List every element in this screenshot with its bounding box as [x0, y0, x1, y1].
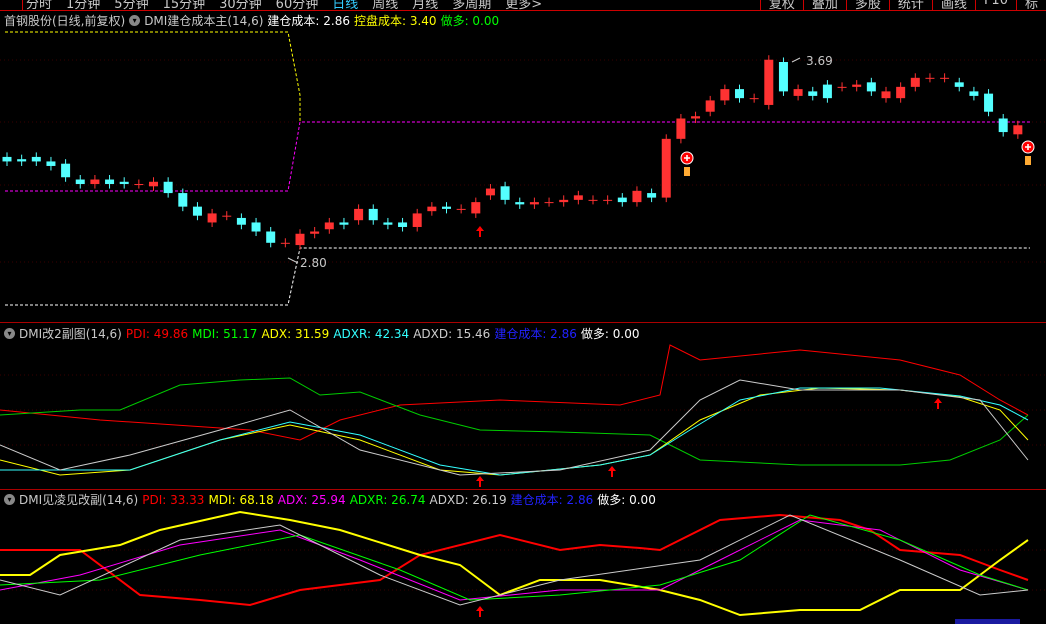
candle-body [149, 181, 158, 187]
candle-body [339, 222, 349, 225]
adxd-line [0, 379, 1029, 476]
up-arrow-icon [934, 398, 942, 409]
mdi-line [0, 510, 1029, 617]
candle-body [280, 242, 290, 244]
up-arrow-icon [608, 466, 616, 477]
candle-body [647, 193, 657, 198]
candle-body [31, 156, 41, 162]
candle-body [910, 77, 920, 87]
up-arrow-icon [476, 606, 484, 617]
candle-body [295, 233, 305, 246]
candle-body [324, 222, 334, 230]
candle-body [2, 156, 12, 162]
candle-body [573, 195, 583, 200]
candle-body [529, 202, 539, 205]
candle-body [354, 208, 364, 221]
candle-body [778, 62, 788, 92]
grid-lines [0, 59, 1046, 591]
panel3-lines [0, 510, 1029, 617]
candle-body [222, 215, 232, 217]
add-signal-icon [680, 151, 694, 176]
candle-body [764, 59, 774, 105]
add-signal-icon [1021, 140, 1035, 165]
candle-body [515, 202, 525, 205]
buy-arrows [476, 226, 942, 617]
candle-body [75, 179, 85, 185]
candle-body [925, 77, 935, 79]
candle-body [808, 91, 818, 96]
candle-body [17, 159, 27, 162]
candle-body [705, 100, 715, 112]
adxd-line [0, 514, 1029, 606]
candle-body [603, 199, 613, 201]
candle-body [266, 231, 276, 243]
candle-body [749, 98, 759, 100]
low-price-label: 2.80 [300, 256, 327, 270]
cost-line [5, 247, 1030, 306]
candle-body [310, 231, 320, 234]
candle-body [471, 202, 481, 214]
candle-body [500, 186, 510, 200]
candle-body [559, 199, 569, 203]
candle-body [178, 193, 188, 207]
candle-body [398, 222, 408, 227]
candle-body [998, 118, 1008, 133]
candle-body [544, 202, 554, 204]
upper-line [5, 31, 301, 122]
candle-body [163, 181, 173, 194]
candle-body [207, 213, 217, 223]
candle-body [735, 89, 744, 99]
candlesticks [2, 55, 1023, 250]
candle-body [251, 222, 261, 232]
candle-body [588, 199, 598, 201]
candle-body [192, 206, 202, 216]
candle-body [61, 163, 71, 178]
candle-body [896, 86, 906, 99]
candle-body [632, 190, 642, 203]
candle-body [617, 197, 627, 203]
chart-canvas[interactable] [0, 0, 1046, 624]
candle-body [866, 82, 876, 92]
candle-body [46, 161, 56, 166]
candle-body [984, 93, 994, 112]
mdi-line [0, 377, 1029, 466]
candle-body [427, 206, 437, 212]
candle-body [881, 91, 891, 99]
candle-body [1013, 125, 1023, 135]
up-arrow-icon [476, 476, 484, 487]
candle-body [383, 222, 393, 225]
scroll-indicator [955, 619, 1020, 624]
candle-body [837, 86, 847, 88]
candle-body [940, 77, 950, 79]
candle-body [134, 184, 144, 186]
candle-body [954, 82, 964, 87]
candle-body [236, 217, 246, 225]
candle-body [720, 89, 730, 101]
candle-body [485, 188, 495, 196]
candle-body [368, 208, 378, 221]
candle-body [90, 179, 100, 185]
up-arrow-icon [476, 226, 484, 237]
candle-body [691, 116, 701, 119]
candle-body [456, 208, 466, 210]
adxr-line [0, 514, 1029, 601]
pdi-line [0, 344, 1029, 441]
candle-body [661, 138, 671, 198]
candle-body [412, 213, 422, 227]
high-price-label: 3.69 [806, 54, 833, 68]
candle-body [852, 84, 862, 87]
candle-body [442, 206, 451, 209]
control-cost-line [5, 121, 1030, 192]
candle-body [119, 181, 129, 185]
panel2-lines [0, 344, 1029, 476]
candle-body [793, 89, 803, 96]
candle-body [969, 91, 979, 96]
candle-body [676, 118, 686, 139]
candle-body [822, 84, 832, 99]
candle-body [105, 179, 115, 185]
